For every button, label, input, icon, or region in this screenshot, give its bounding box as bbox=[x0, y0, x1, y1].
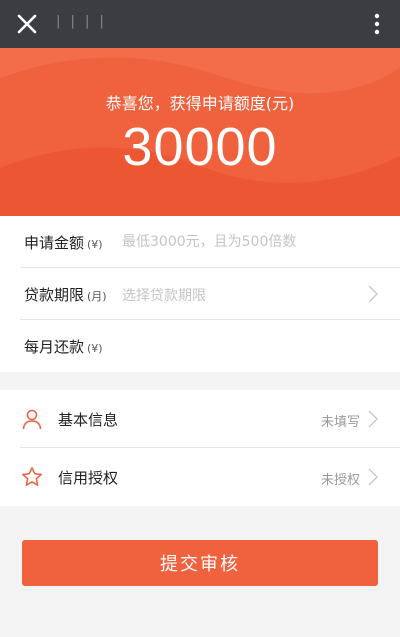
chevron-right-icon bbox=[368, 285, 378, 303]
amount-row[interactable]: 申请金额 (¥) bbox=[0, 216, 400, 268]
amount-label: 申请金额 (¥) bbox=[24, 234, 103, 252]
credit-auth-label: 信用授权 bbox=[58, 469, 119, 487]
banner-subtitle: 恭喜您，获得申请额度(元) bbox=[105, 94, 295, 113]
star-icon bbox=[22, 467, 42, 486]
more-button[interactable] bbox=[368, 12, 386, 36]
page-title: | | | | bbox=[56, 14, 107, 29]
submit-button[interactable]: 提交审核 bbox=[22, 540, 378, 586]
close-icon bbox=[17, 14, 37, 34]
credit-banner: 恭喜您，获得申请额度(元) 30000 bbox=[0, 48, 400, 216]
term-select[interactable]: 选择贷款期限 bbox=[122, 285, 206, 305]
credit-auth-item[interactable]: 信用授权 未授权 bbox=[0, 448, 400, 506]
info-section: 基本信息 未填写 信用授权 未授权 bbox=[0, 390, 400, 506]
monthly-label: 每月还款 (¥) bbox=[24, 338, 103, 356]
term-row[interactable]: 贷款期限 (月) 选择贷款期限 bbox=[0, 268, 400, 320]
basic-info-label: 基本信息 bbox=[58, 411, 119, 429]
chevron-right-icon bbox=[368, 468, 378, 486]
term-label: 贷款期限 (月) bbox=[24, 286, 107, 304]
credit-auth-status: 未授权 bbox=[320, 473, 360, 488]
basic-info-item[interactable]: 基本信息 未填写 bbox=[0, 390, 400, 448]
top-bar: | | | | bbox=[0, 0, 400, 48]
user-icon bbox=[22, 409, 42, 430]
basic-info-status: 未填写 bbox=[320, 415, 360, 430]
credit-amount: 30000 bbox=[122, 117, 278, 177]
more-vertical-icon bbox=[374, 13, 380, 35]
close-button[interactable] bbox=[14, 11, 40, 37]
chevron-right-icon bbox=[368, 410, 378, 428]
monthly-row: 每月还款 (¥) bbox=[0, 320, 400, 372]
amount-input[interactable] bbox=[122, 230, 362, 254]
loan-form: 申请金额(¥) 贷款期限(月) 选择贷款期限 每月还款(¥) bbox=[0, 216, 400, 372]
